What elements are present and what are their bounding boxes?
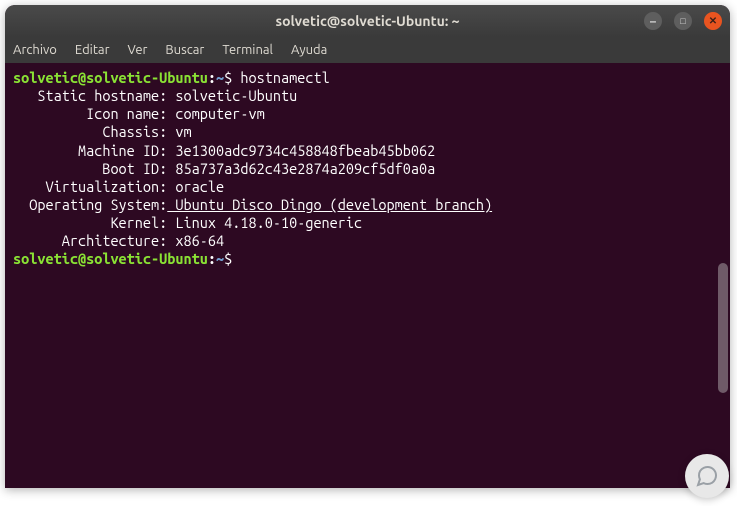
titlebar[interactable]: solvetic@solvetic-Ubuntu: ~ [5,5,730,37]
prompt-sigil-2: $ [224,250,232,267]
menubar: Archivo Editar Ver Buscar Terminal Ayuda [5,37,730,63]
output-label: Operating System: [13,196,167,213]
output-value: Ubuntu Disco Dingo (development branch) [167,196,492,213]
menu-help[interactable]: Ayuda [291,43,327,57]
output-value: 3e1300adc9734c458848fbeab45bb062 [167,142,435,159]
output-label: Chassis: [13,123,167,140]
menu-terminal[interactable]: Terminal [222,43,273,57]
menu-edit[interactable]: Editar [75,43,110,57]
output-value: 85a737a3d62c43e2874a209cf5df0a0a [167,160,435,177]
prompt-colon-2: : [208,250,216,267]
prompt-user-host: solvetic@solvetic-Ubuntu [13,69,208,86]
terminal-body[interactable]: solvetic@solvetic-Ubuntu:~$ hostnamectl … [5,63,730,488]
window-controls [644,12,722,30]
output-value: solvetic-Ubuntu [167,87,297,104]
output-value: x86-64 [167,232,224,249]
prompt-path-2: ~ [216,250,224,267]
output-value: computer-vm [167,105,264,122]
close-button[interactable] [704,12,722,30]
maximize-button[interactable] [674,12,692,30]
scrollbar[interactable] [716,63,730,488]
output-label: Icon name: [13,105,167,122]
output-label: Machine ID: [13,142,167,159]
menu-view[interactable]: Ver [128,43,148,57]
window-title: solvetic@solvetic-Ubuntu: ~ [275,13,459,29]
output-label: Boot ID: [13,160,167,177]
minimize-button[interactable] [644,12,662,30]
terminal-window: solvetic@solvetic-Ubuntu: ~ Archivo Edit… [5,5,730,488]
prompt-user-host-2: solvetic@solvetic-Ubuntu [13,250,208,267]
output-value: vm [167,123,191,140]
chat-bubble-icon[interactable] [685,454,729,498]
command-output: Static hostname: solvetic-Ubuntu Icon na… [13,87,492,249]
command: hostnamectl [240,69,329,86]
output-label: Architecture: [13,232,167,249]
menu-file[interactable]: Archivo [13,43,57,57]
menu-search[interactable]: Buscar [165,43,204,57]
prompt-colon: : [208,69,216,86]
prompt-path: ~ [216,69,224,86]
output-value: oracle [167,178,224,195]
scrollbar-thumb[interactable] [718,263,728,393]
output-label: Static hostname: [13,87,167,104]
output-label: Virtualization: [13,178,167,195]
output-label: Kernel: [13,214,167,231]
output-value: Linux 4.18.0-10-generic [167,214,362,231]
